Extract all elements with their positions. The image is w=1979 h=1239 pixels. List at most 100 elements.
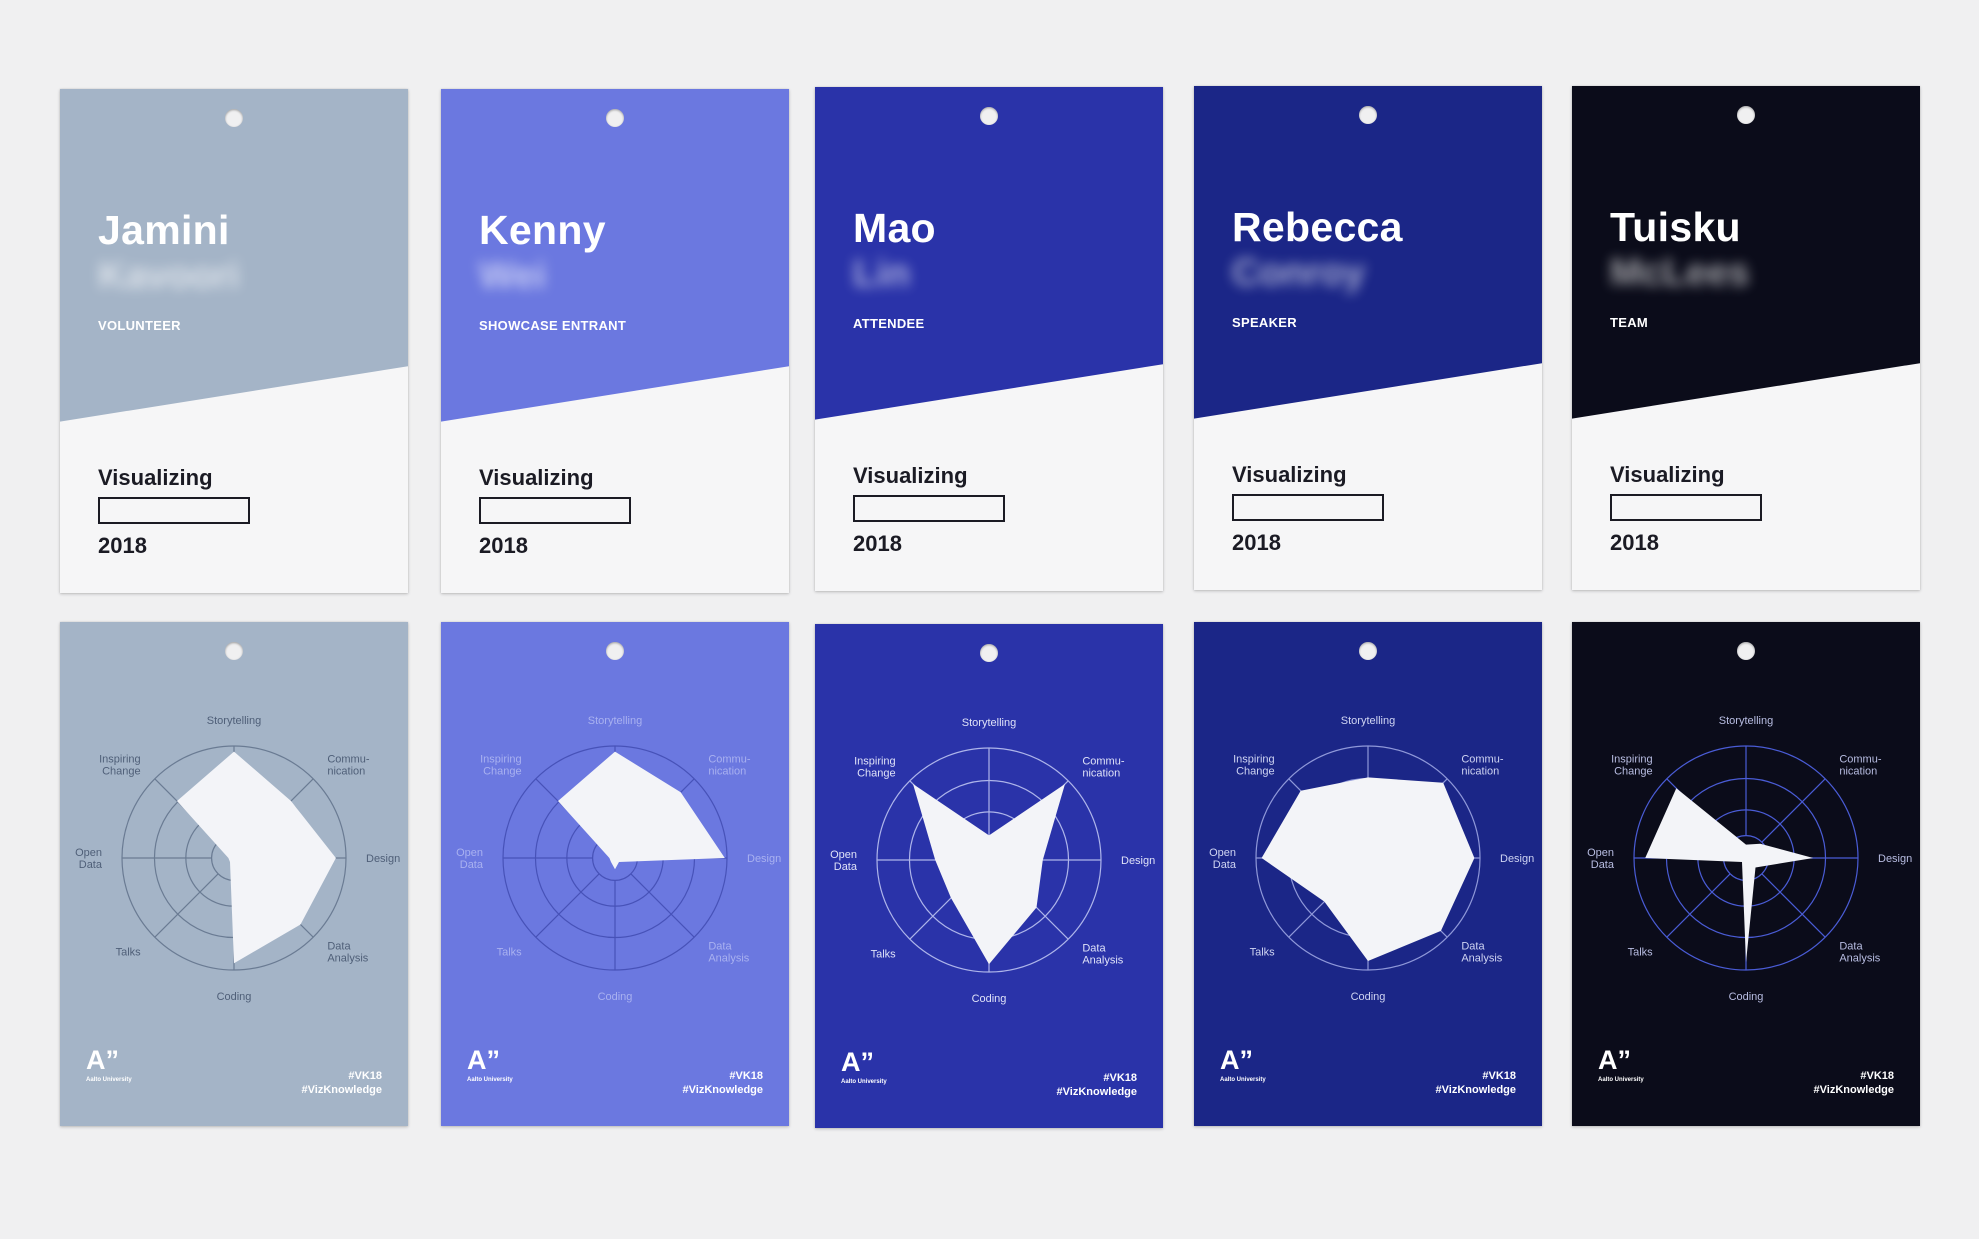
axis-label: Data Analysis bbox=[1461, 940, 1502, 964]
role-label: ATTENDEE bbox=[853, 316, 925, 331]
punch-hole bbox=[606, 109, 624, 127]
axis-label: Data Analysis bbox=[708, 940, 749, 964]
punch-hole bbox=[1359, 106, 1377, 124]
axis-label: Design bbox=[1121, 855, 1155, 867]
badge-front: Mao Lin ATTENDEE Visualizing 2018 bbox=[815, 87, 1163, 591]
axis-label: Storytelling bbox=[1341, 715, 1395, 727]
aalto-logo-mark: A” bbox=[86, 1045, 119, 1075]
axis-label: Open Data bbox=[456, 847, 484, 871]
axis-label: Open Data bbox=[75, 847, 103, 871]
visualizing-label: Visualizing bbox=[1232, 462, 1347, 487]
axis-label: Coding bbox=[1729, 991, 1764, 1003]
hashtag-vizknowledge: #VizKnowledge bbox=[1435, 1084, 1516, 1096]
axis-label: Commu-nication bbox=[1082, 756, 1125, 780]
university-name: Aalto University bbox=[841, 1079, 887, 1085]
axis-label: Commu-nication bbox=[1839, 754, 1882, 778]
hashtag-vk18: #VK18 bbox=[1482, 1070, 1516, 1082]
punch-hole bbox=[1737, 106, 1755, 124]
hashtag-vizknowledge: #VizKnowledge bbox=[301, 1084, 382, 1096]
hashtags: #VK18 #VizKnowledge bbox=[302, 1069, 382, 1097]
axis-label: Storytelling bbox=[588, 715, 642, 727]
badge-front: Rebecca Conroy SPEAKER Visualizing 2018 bbox=[1194, 86, 1542, 590]
skill-polygon bbox=[1261, 777, 1475, 961]
year-label: 2018 bbox=[853, 531, 902, 556]
axis-label: Coding bbox=[598, 991, 633, 1003]
badge-front: Jamini Kavoori VOLUNTEER Visualizing 2018 bbox=[60, 89, 408, 593]
visualizing-label: Visualizing bbox=[1610, 462, 1725, 487]
axis-label: Coding bbox=[972, 993, 1007, 1005]
axis-label: Talks bbox=[116, 946, 142, 958]
skill-polygon bbox=[558, 751, 725, 870]
university-name: Aalto University bbox=[1598, 1077, 1644, 1083]
axis-label: Talks bbox=[1628, 946, 1654, 958]
year-label: 2018 bbox=[479, 533, 528, 558]
first-name: Tuisku bbox=[1610, 204, 1741, 250]
visualizing-label: Visualizing bbox=[479, 465, 594, 490]
hashtag-vizknowledge: #VizKnowledge bbox=[682, 1084, 763, 1096]
axis-label: Talks bbox=[1250, 946, 1276, 958]
badge-front: Kenny Wei SHOWCASE ENTRANT Visualizing 2018 bbox=[441, 89, 789, 593]
badge-back: Storytelling Commu-nication Design Data Anal… bbox=[60, 622, 408, 1126]
hashtag-vk18: #VK18 bbox=[1103, 1072, 1137, 1084]
university-name: Aalto University bbox=[467, 1077, 513, 1083]
aalto-logo-mark: A” bbox=[841, 1047, 874, 1077]
aalto-logo-mark: A” bbox=[1220, 1045, 1253, 1075]
role-label: VOLUNTEER bbox=[98, 318, 181, 333]
axis-label: Storytelling bbox=[207, 715, 261, 727]
hashtags: #VK18 #VizKnowledge bbox=[1814, 1069, 1894, 1097]
hashtag-vk18: #VK18 bbox=[348, 1070, 382, 1082]
axis-label: Open Data bbox=[1209, 847, 1237, 871]
axis-label: Coding bbox=[217, 991, 252, 1003]
axis-label: Commu-nication bbox=[1461, 754, 1504, 778]
punch-hole bbox=[980, 107, 998, 125]
axis-label: Inspiring Change bbox=[480, 754, 522, 778]
axis-label: Inspiring Change bbox=[1611, 754, 1653, 778]
axis-label: Talks bbox=[497, 946, 523, 958]
axis-label: Open Data bbox=[1587, 847, 1615, 871]
university-name: Aalto University bbox=[86, 1077, 132, 1083]
axis-label: Inspiring Change bbox=[1233, 754, 1275, 778]
axis-label: Storytelling bbox=[962, 717, 1016, 729]
first-name: Mao bbox=[853, 205, 936, 251]
badge-back: Storytelling Commu-nication Design Data Anal… bbox=[441, 622, 789, 1126]
badge-back: Storytelling Commu-nication Design Data Anal… bbox=[1572, 622, 1920, 1126]
axis-label: Design bbox=[1878, 853, 1912, 865]
hashtag-vizknowledge: #VizKnowledge bbox=[1056, 1086, 1137, 1098]
knowledge-box bbox=[98, 497, 250, 524]
punch-hole bbox=[225, 109, 243, 127]
year-label: 2018 bbox=[1610, 530, 1659, 555]
role-label: SPEAKER bbox=[1232, 315, 1297, 330]
hashtags: #VK18 #VizKnowledge bbox=[1057, 1071, 1137, 1099]
radar-spoke bbox=[154, 873, 219, 938]
knowledge-box bbox=[479, 497, 631, 524]
last-name-blurred: Conroy bbox=[1232, 252, 1365, 294]
radar-spoke bbox=[630, 873, 695, 938]
role-label: TEAM bbox=[1610, 315, 1649, 330]
axis-label: Storytelling bbox=[1719, 715, 1773, 727]
knowledge-box bbox=[853, 495, 1005, 522]
axis-label: Design bbox=[1500, 853, 1534, 865]
badge-front: Tuisku McLees TEAM Visualizing 2018 bbox=[1572, 86, 1920, 590]
first-name: Jamini bbox=[98, 207, 230, 253]
axis-label: Commu-nication bbox=[708, 754, 751, 778]
badge-back: Storytelling Commu-nication Design Data Anal… bbox=[815, 624, 1163, 1128]
knowledge-box bbox=[1610, 494, 1762, 521]
hashtags: #VK18 #VizKnowledge bbox=[683, 1069, 763, 1097]
axis-label: Data Analysis bbox=[327, 940, 368, 964]
aalto-logo-mark: A” bbox=[467, 1045, 500, 1075]
badge-back: Storytelling Commu-nication Design Data Anal… bbox=[1194, 622, 1542, 1126]
last-name-blurred: Lin bbox=[853, 253, 910, 295]
axis-label: Data Analysis bbox=[1082, 942, 1123, 966]
last-name-blurred: McLees bbox=[1610, 252, 1750, 294]
axis-label: Design bbox=[747, 853, 781, 865]
year-label: 2018 bbox=[1232, 530, 1281, 555]
hashtag-vk18: #VK18 bbox=[1860, 1070, 1894, 1082]
axis-label: Coding bbox=[1351, 991, 1386, 1003]
hashtag-vizknowledge: #VizKnowledge bbox=[1813, 1084, 1894, 1096]
hashtag-vk18: #VK18 bbox=[729, 1070, 763, 1082]
radar-spoke bbox=[1666, 873, 1731, 938]
visualizing-label: Visualizing bbox=[853, 463, 968, 488]
axis-label: Inspiring Change bbox=[99, 754, 141, 778]
role-label: SHOWCASE ENTRANT bbox=[479, 318, 627, 333]
axis-label: Inspiring Change bbox=[854, 756, 896, 780]
